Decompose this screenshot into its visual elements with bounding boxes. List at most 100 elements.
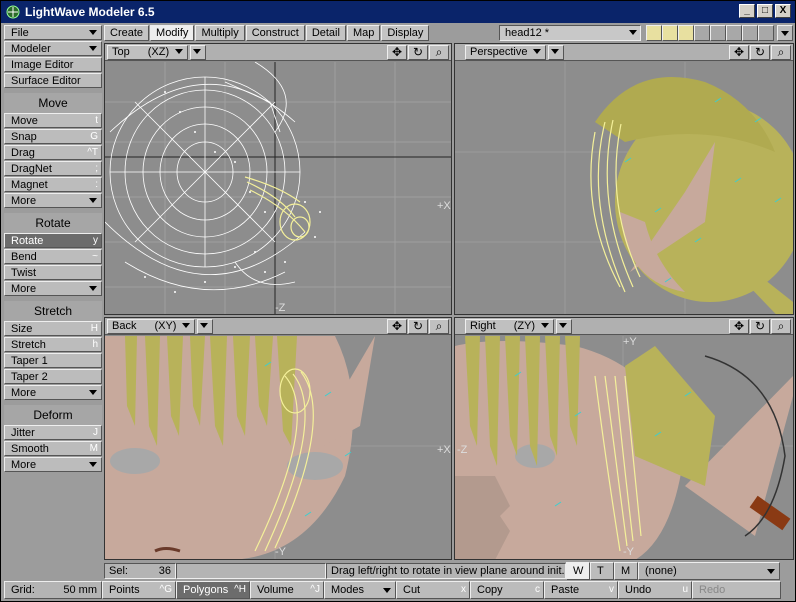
zoom-icon[interactable]: ⌕	[771, 319, 791, 334]
viewport-top[interactable]: Top (XZ) ✥ ↻ ⌕ +X -Z	[104, 43, 452, 315]
tool-snap-button[interactable]: Snap G	[4, 129, 102, 144]
axis-label-x: +X	[437, 200, 451, 212]
action-paste-button[interactable]: Paste v	[544, 581, 618, 599]
shortcut-hint: ^J	[310, 584, 320, 595]
chevron-down-icon	[551, 49, 560, 55]
minimize-button[interactable]: _	[739, 4, 755, 18]
tool-more-button[interactable]: More	[4, 193, 102, 208]
layer-button-3[interactable]	[678, 25, 694, 41]
rotate-view-icon[interactable]: ↻	[750, 319, 770, 334]
wtm-t-button[interactable]: T	[590, 561, 614, 580]
action-undo-button[interactable]: Undo u	[618, 581, 692, 599]
viewport-perspective[interactable]: Perspective ✥ ↻ ⌕	[454, 43, 794, 315]
tool-smooth-button[interactable]: Smooth M	[4, 441, 102, 456]
tool-sidebar: File Modeler Image Editor Surface Editor Mov…	[4, 25, 102, 577]
pan-icon[interactable]: ✥	[729, 45, 749, 60]
tool-twist-button[interactable]: Twist	[4, 265, 102, 280]
tool-jitter-button[interactable]: Jitter J	[4, 425, 102, 440]
tab-display[interactable]: Display	[381, 25, 430, 41]
view-type-menu[interactable]: Back (XY)	[107, 318, 196, 334]
viewport-back[interactable]: Back (XY) ✥ ↻ ⌕ +X -Y	[104, 317, 452, 560]
render-mode-menu[interactable]	[197, 318, 214, 334]
pan-icon[interactable]: ✥	[729, 319, 749, 334]
layer-button-8[interactable]	[758, 25, 774, 41]
axis-label-x: +X	[437, 444, 451, 456]
zoom-icon[interactable]: ⌕	[429, 45, 449, 60]
tab-detail[interactable]: Detail	[305, 25, 346, 41]
layer-button-6[interactable]	[726, 25, 742, 41]
sidebar-file-button[interactable]: File	[4, 25, 102, 40]
object-selector[interactable]: head12 *	[499, 25, 641, 41]
button-label: Copy	[477, 584, 503, 596]
pan-icon[interactable]: ✥	[387, 319, 407, 334]
viewport-right[interactable]: Right (ZY) ✥ ↻ ⌕ +Y -Z -Y	[454, 317, 794, 560]
tool-dragnet-button[interactable]: DragNet;	[4, 161, 102, 176]
tool-taper-1-button[interactable]: Taper 1	[4, 353, 102, 368]
tool-tabs: Create Modify Multiply Construct Detail Map Di…	[104, 25, 430, 41]
tab-multiply[interactable]: Multiply	[195, 25, 245, 41]
wtm-w-button[interactable]: W	[566, 561, 590, 580]
view-type-menu[interactable]: Top (XZ)	[107, 44, 189, 60]
pan-icon[interactable]: ✥	[387, 45, 407, 60]
bottom-toolbar: Grid: 50 mm Points ^G Polygons ^H Volume ^J Mode…	[4, 581, 794, 599]
tool-more-button[interactable]: More	[4, 457, 102, 472]
maximize-button[interactable]: □	[757, 4, 773, 18]
sidebar-button-label: Size	[11, 322, 33, 335]
mode-volume-button[interactable]: Volume ^J	[250, 581, 324, 599]
zoom-icon[interactable]: ⌕	[771, 45, 791, 60]
tool-move-button[interactable]: Move t	[4, 113, 102, 128]
tool-taper-2-button[interactable]: Taper 2	[4, 369, 102, 384]
render-mode-menu[interactable]	[556, 318, 573, 334]
rotate-view-icon[interactable]: ↻	[408, 319, 428, 334]
tab-construct[interactable]: Construct	[245, 25, 305, 41]
action-cut-button[interactable]: Cut x	[396, 581, 470, 599]
mode-polygons-button[interactable]: Polygons ^H	[176, 581, 250, 599]
tab-modify[interactable]: Modify	[150, 25, 195, 41]
sel-value: 36	[158, 564, 171, 577]
tool-size-button[interactable]: Size H	[4, 321, 102, 336]
shortcut-hint: M	[89, 443, 98, 454]
tool-more-button[interactable]: More	[4, 281, 102, 296]
sidebar-button-label: Bend	[11, 250, 37, 263]
layer-button-4[interactable]	[694, 25, 710, 41]
tab-map[interactable]: Map	[346, 25, 381, 41]
sidebar-button-label: File	[11, 26, 29, 39]
layer-button-1[interactable]	[646, 25, 662, 41]
surface-selector[interactable]: (none)	[638, 561, 780, 580]
layer-button-5[interactable]	[710, 25, 726, 41]
modes-menu[interactable]: Modes	[324, 581, 396, 599]
sidebar-button-label: Stretch	[11, 338, 46, 351]
tool-more-button[interactable]: More	[4, 385, 102, 400]
view-type-menu[interactable]: Right (ZY)	[465, 318, 555, 334]
action-copy-button[interactable]: Copy c	[470, 581, 544, 599]
button-label: Paste	[551, 584, 580, 596]
sidebar-image-editor-button[interactable]: Image Editor	[4, 57, 102, 72]
sidebar-button-label: Move	[11, 114, 38, 127]
sidebar-button-label: More	[11, 194, 37, 207]
chevron-down-icon	[182, 323, 191, 329]
tool-bend-button[interactable]: Bend ~	[4, 249, 102, 264]
view-type-menu[interactable]: Perspective	[465, 44, 547, 60]
layer-button-7[interactable]	[742, 25, 758, 41]
render-mode-menu[interactable]	[190, 44, 207, 60]
zoom-icon[interactable]: ⌕	[429, 319, 449, 334]
chevron-down-icon	[559, 323, 568, 329]
sel-label: Sel:	[109, 564, 128, 577]
tool-rotate-button[interactable]: Rotate y	[4, 233, 102, 248]
close-button[interactable]: X	[775, 4, 791, 18]
sidebar-modeler-button[interactable]: Modeler	[4, 41, 102, 56]
sidebar-surface-editor-button[interactable]: Surface Editor	[4, 73, 102, 88]
tool-magnet-button[interactable]: Magnet:	[4, 177, 102, 192]
render-mode-menu[interactable]	[548, 44, 565, 60]
tool-stretch-button[interactable]: Stretch h	[4, 337, 102, 352]
rotate-view-icon[interactable]: ↻	[750, 45, 770, 60]
rotate-view-icon[interactable]: ↻	[408, 45, 428, 60]
action-redo-button[interactable]: Redo	[692, 581, 781, 599]
tab-create[interactable]: Create	[104, 25, 150, 41]
mode-points-button[interactable]: Points ^G	[102, 581, 176, 599]
tool-drag-button[interactable]: Drag ^T	[4, 145, 102, 160]
wtm-m-button[interactable]: M	[614, 561, 638, 580]
axis-label-plus-y: +Y	[623, 336, 637, 348]
layer-button-2[interactable]	[662, 25, 678, 41]
layer-menu-button[interactable]	[777, 25, 793, 41]
